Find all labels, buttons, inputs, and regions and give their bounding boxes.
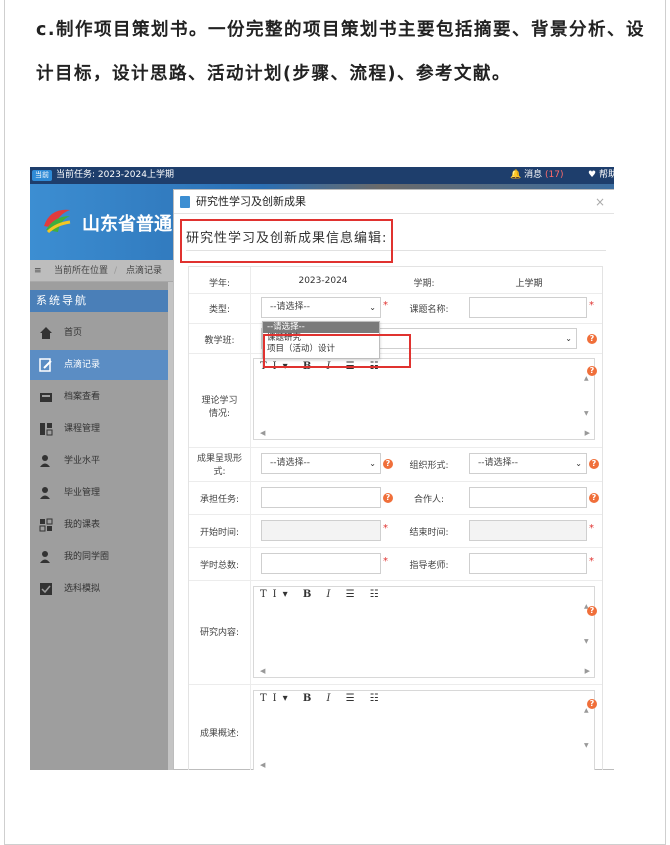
type-select[interactable]: --请选择-- ⌄ [261, 297, 381, 318]
term-label: 学期: [413, 279, 435, 289]
sidebar-item-academic[interactable]: 学业水平 [30, 446, 168, 476]
home-icon [40, 327, 52, 339]
user-icon [40, 455, 50, 467]
help-icon[interactable]: ? [587, 699, 597, 709]
modal-header: 研究性学习及创新成果 × [174, 190, 614, 214]
summary-label: 成果概述: [199, 729, 240, 739]
task-label: 承担任务: [199, 495, 240, 505]
content-label: 研究内容: [199, 628, 240, 638]
checklist-icon [40, 583, 52, 595]
class-label: 教学班: [204, 336, 235, 346]
sidebar-item-subject-sim[interactable]: 选科模拟 [30, 574, 168, 604]
org-form-select[interactable]: --请选择-- ⌄ [469, 453, 587, 474]
messages-link[interactable]: 🔔 消息 (17) [510, 167, 563, 184]
hours-label: 学时总数: [199, 561, 240, 571]
topic-input[interactable] [469, 297, 587, 318]
help-icon[interactable]: ? [587, 334, 597, 344]
type-label: 类型: [208, 305, 231, 315]
sidebar-item-course[interactable]: 课程管理 [30, 414, 168, 444]
messages-count: (17) [544, 170, 564, 180]
help-icon[interactable]: ? [587, 606, 597, 616]
chevron-down-icon: ⌄ [369, 303, 376, 312]
folder-icon [40, 393, 52, 402]
partner-label: 合作人: [413, 495, 445, 505]
heart-icon: ♥ [588, 170, 597, 180]
sidebar: 系统导航 首页 点滴记录 档案查看 课程管理 学业水平 毕业管理 我的课表 我的… [30, 282, 168, 770]
summary-editor[interactable]: TI▾ B I ☰ ☷ ▲ ▼ ◀ [253, 690, 595, 770]
sidebar-item-home[interactable]: 首页 [30, 318, 168, 348]
teacher-label: 指导老师: [409, 561, 449, 571]
edit-icon [39, 358, 52, 372]
dropdown-option[interactable]: --请选择-- [263, 322, 379, 333]
task-input[interactable] [261, 487, 381, 508]
sidebar-item-schedule[interactable]: 我的课表 [30, 510, 168, 540]
help-icon[interactable]: ? [383, 459, 393, 469]
sidebar-item-archive[interactable]: 档案查看 [30, 382, 168, 412]
help-icon[interactable]: ? [589, 459, 599, 469]
hours-input[interactable] [261, 553, 381, 574]
edit-modal: 研究性学习及创新成果 × 研究性学习及创新成果信息编辑: 学年: 2023-20… [173, 189, 614, 770]
result-form-label: 成果呈现形式: [197, 454, 243, 477]
bell-icon: 🔔 [510, 170, 522, 180]
editor-toolbar: TI▾ B I ☰ ☷ [260, 693, 385, 704]
help-icon[interactable]: ? [383, 493, 393, 503]
close-icon[interactable]: × [595, 190, 605, 214]
result-form-select[interactable]: --请选择-- ⌄ [261, 453, 381, 474]
partner-input[interactable] [469, 487, 587, 508]
chevron-down-icon: ⌄ [565, 334, 572, 343]
start-time-input[interactable] [261, 520, 381, 541]
theory-label: 理论学习情况: [201, 396, 238, 419]
current-task: 当前任务: 2023-2024上学期 [56, 170, 174, 180]
user-icon [40, 487, 50, 499]
year-label: 学年: [208, 279, 231, 289]
org-form-label: 组织形式: [409, 461, 449, 471]
sidebar-item-classmates[interactable]: 我的同学圈 [30, 542, 168, 572]
help-link[interactable]: ♥ 帮助中心 [588, 167, 614, 184]
course-icon [40, 423, 53, 436]
editor-toolbar: TI▾ B I ☰ ☷ [260, 589, 385, 600]
sidebar-item-records[interactable]: 点滴记录 [30, 350, 168, 380]
topic-label: 课题名称: [409, 305, 449, 315]
banner-title: 山东省普通 [82, 214, 172, 235]
help-icon[interactable]: ? [589, 493, 599, 503]
chevron-down-icon: ⌄ [369, 459, 376, 468]
help-icon[interactable]: ? [587, 366, 597, 376]
term-value: 上学期 [515, 279, 543, 289]
breadcrumb-label: 当前所在位置 [54, 266, 109, 276]
top-bar: 当前 当前任务: 2023-2024上学期 🔔 消息 (17) ♥ 帮助中心 [30, 167, 614, 184]
embedded-screenshot: 当前 当前任务: 2023-2024上学期 🔔 消息 (17) ♥ 帮助中心 山… [30, 167, 614, 770]
highlight-box-title [180, 219, 393, 263]
breadcrumb-current[interactable]: 点滴记录 [126, 260, 162, 282]
sidebar-item-graduation[interactable]: 毕业管理 [30, 478, 168, 508]
highlight-box-options [263, 334, 411, 368]
menu-icon[interactable]: ≡ [34, 260, 42, 282]
document-icon [180, 196, 190, 208]
teacher-input[interactable] [469, 553, 587, 574]
schedule-icon [39, 518, 53, 532]
intro-paragraph: c.制作项目策划书。一份完整的项目策划书主要包括摘要、背景分析、设计目标，设计思… [36, 20, 646, 84]
chevron-down-icon: ⌄ [575, 459, 582, 468]
end-time-input[interactable] [469, 520, 587, 541]
logo-icon [44, 209, 71, 234]
user-icon [40, 551, 50, 563]
theory-editor[interactable]: TI▾ B I ☰ ☷ ▲ ▼ ◀ ▶ [253, 358, 595, 440]
current-tag: 当前 [32, 170, 52, 181]
start-time-label: 开始时间: [199, 528, 240, 538]
content-editor[interactable]: TI▾ B I ☰ ☷ ▲ ▼ ◀ ▶ [253, 586, 595, 678]
end-time-label: 结束时间: [409, 528, 449, 538]
modal-title: 研究性学习及创新成果 [196, 195, 306, 208]
year-value: 2023-2024 [298, 276, 348, 286]
sidebar-header: 系统导航 [30, 290, 168, 312]
